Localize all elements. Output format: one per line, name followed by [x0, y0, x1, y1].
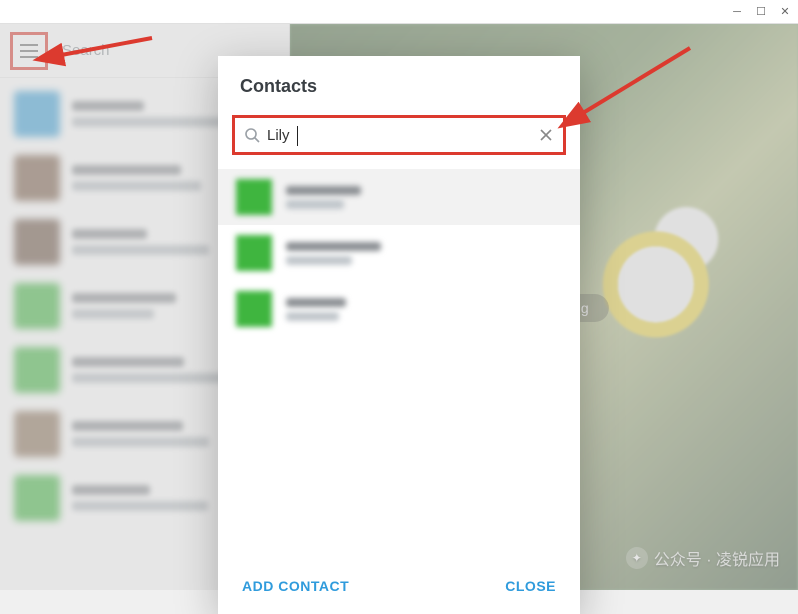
contact-avatar: [236, 179, 272, 215]
dialog-title: Contacts: [218, 56, 580, 111]
close-button[interactable]: CLOSE: [505, 578, 556, 594]
contact-result[interactable]: [218, 169, 580, 225]
dialog-footer: ADD CONTACT CLOSE: [218, 558, 580, 614]
contacts-dialog: Contacts ADD CONTACT CLOSE: [218, 56, 580, 614]
contact-result[interactable]: [218, 225, 580, 281]
contact-result[interactable]: [218, 281, 580, 337]
add-contact-button[interactable]: ADD CONTACT: [242, 578, 349, 594]
window-titlebar: ─ ☐ ✕: [0, 0, 798, 24]
window-maximize-button[interactable]: ☐: [752, 3, 770, 21]
contacts-search-row: [232, 115, 566, 155]
contacts-results: [218, 163, 580, 558]
contacts-search-input[interactable]: [261, 127, 537, 144]
contact-avatar: [236, 291, 272, 327]
window-minimize-button[interactable]: ─: [728, 3, 746, 21]
contact-avatar: [236, 235, 272, 271]
search-icon: [243, 126, 261, 144]
clear-search-button[interactable]: [537, 126, 555, 144]
app-frame: Search messaging ✦ 公众号 · 凌锐应用 Contacts A…: [0, 24, 798, 590]
window-close-button[interactable]: ✕: [776, 3, 794, 21]
text-caret: [297, 126, 298, 146]
